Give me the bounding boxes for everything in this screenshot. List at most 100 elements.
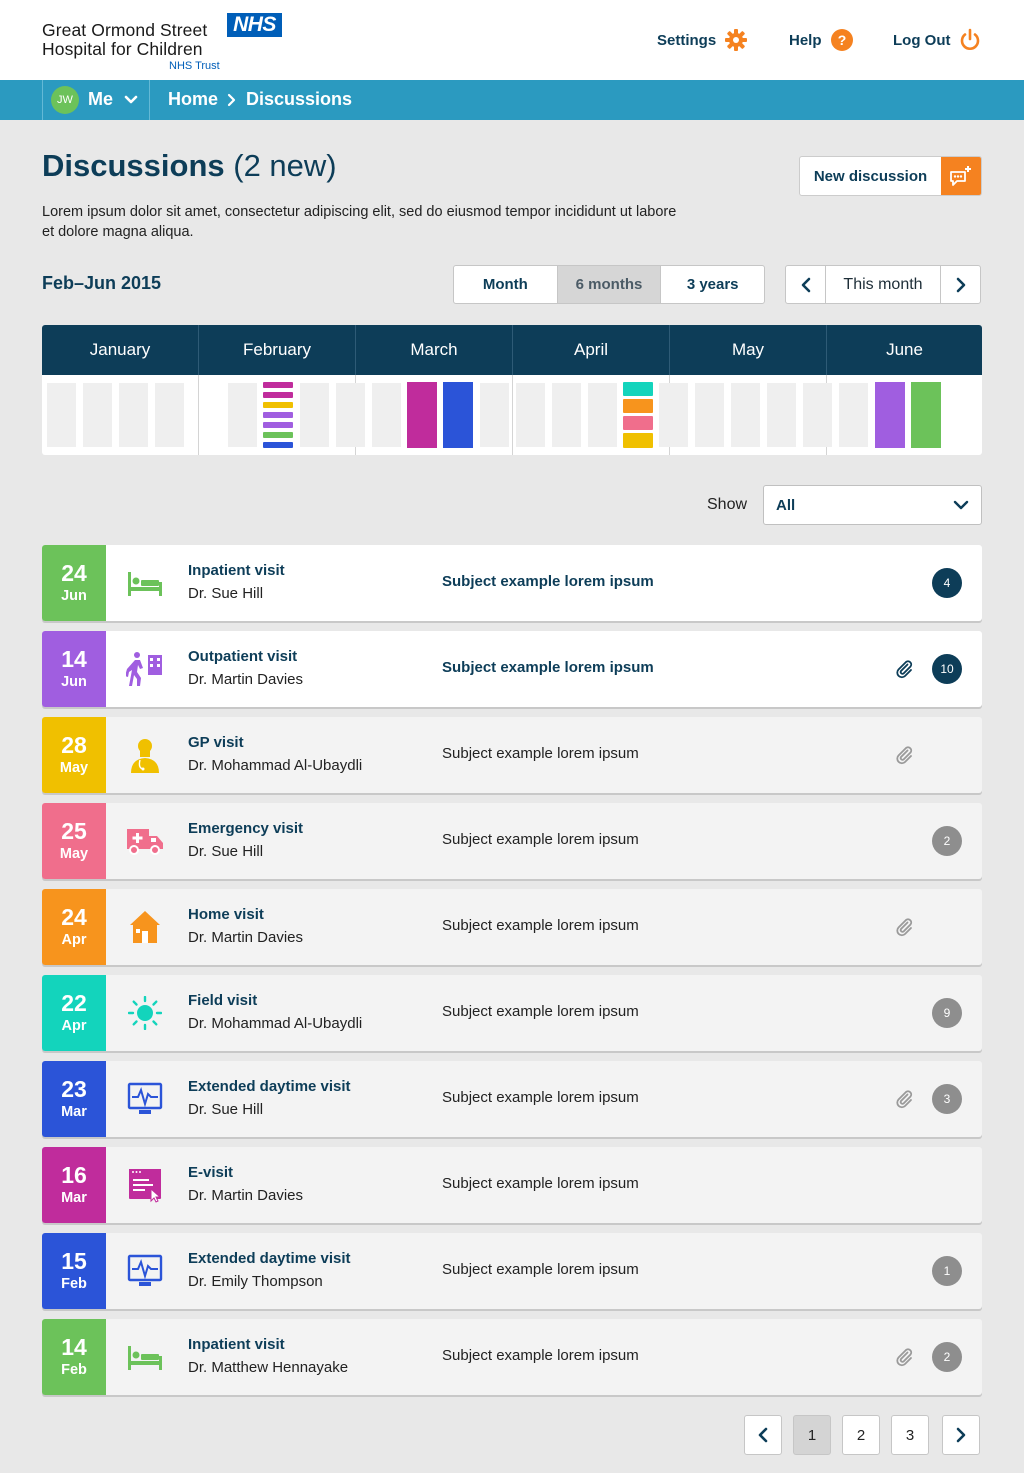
timeline-month-april: April <box>573 340 608 359</box>
timeline-marker[interactable] <box>443 382 473 448</box>
logo-line-1: Great Ormond Street <box>42 20 208 40</box>
timeline-month-may: May <box>731 340 765 359</box>
timeline-marker[interactable] <box>407 382 437 448</box>
discussion-doctor: Dr. Martin Davies <box>188 1187 304 1204</box>
timeline-marker[interactable] <box>263 412 293 418</box>
timeline-slot <box>767 383 796 447</box>
discussion-date: 14 Feb <box>42 1319 106 1395</box>
timeline-slot <box>516 383 545 447</box>
discussion-date: 28 May <box>42 717 106 793</box>
previous-period-button[interactable] <box>786 266 826 303</box>
discussion-subject: Subject example lorem ipsum <box>442 1175 639 1192</box>
discussion-row[interactable]: 28 May GP visit Dr. Mohammad Al-Ubaydli … <box>42 717 982 793</box>
settings-link[interactable]: Settings <box>657 26 748 54</box>
discussion-doctor: Dr. Matthew Hennayake <box>188 1359 349 1376</box>
discussion-row[interactable]: 14 Jun Outpatient visit Dr. Martin Davie… <box>42 631 982 707</box>
ambulance-icon <box>126 822 164 860</box>
discussion-row[interactable]: 16 Mar E-visit Dr. Martin Davies Subject… <box>42 1147 982 1223</box>
timeline-marker[interactable] <box>263 382 293 388</box>
discussion-date: 24 Apr <box>42 889 106 965</box>
message-count-badge: 9 <box>932 998 962 1028</box>
logout-label: Log Out <box>893 31 951 49</box>
timeline-marker[interactable] <box>623 433 653 448</box>
discussion-subject: Subject example lorem ipsum <box>442 831 639 848</box>
next-page-button[interactable] <box>942 1415 980 1455</box>
discussion-day: 22 <box>61 990 87 1016</box>
timeline-marker[interactable] <box>875 382 905 448</box>
discussion-doctor: Dr. Emily Thompson <box>188 1273 323 1290</box>
chevron-down-icon[interactable] <box>123 92 139 108</box>
timeline-month-february: February <box>242 340 312 359</box>
logout-link[interactable]: Log Out <box>893 26 982 54</box>
discussion-subject: Subject example lorem ipsum <box>442 745 639 762</box>
discussion-type: Outpatient visit <box>188 648 298 665</box>
page-3-button[interactable]: 3 <box>891 1415 929 1455</box>
discussion-subject: Subject example lorem ipsum <box>442 1347 639 1364</box>
month-navigator: This month <box>785 265 981 304</box>
discussion-row[interactable]: 23 Mar Extended daytime visit Dr. Sue Hi… <box>42 1061 982 1137</box>
timeline-marker[interactable] <box>911 382 941 448</box>
power-icon <box>958 28 982 52</box>
page-2-button[interactable]: 2 <box>842 1415 880 1455</box>
range-option-3-years[interactable]: 3 years <box>661 266 764 303</box>
discussion-month: Jun <box>61 674 87 690</box>
discussion-type: Extended daytime visit <box>188 1250 351 1267</box>
discussion-day: 28 <box>61 732 87 758</box>
discussion-row[interactable]: 25 May Emergency visit Dr. Sue Hill Subj… <box>42 803 982 879</box>
range-option-6-months[interactable]: 6 months <box>557 266 662 303</box>
discussion-row[interactable]: 22 Apr Field visit Dr. Mohammad Al-Ubayd… <box>42 975 982 1051</box>
chevron-right-icon <box>956 277 965 292</box>
timeline-month-march: March <box>410 340 458 359</box>
page-title: Discussions (2 new) <box>42 148 337 184</box>
discussion-day: 14 <box>61 646 87 672</box>
timeline-slot <box>228 383 257 447</box>
new-discussion-button[interactable]: New discussion <box>799 156 982 196</box>
discussion-doctor: Dr. Sue Hill <box>188 843 264 860</box>
previous-page-button[interactable] <box>744 1415 782 1455</box>
timeline-marker[interactable] <box>623 382 653 396</box>
timeline-marker[interactable] <box>623 416 653 430</box>
discussion-row[interactable]: 24 Jun Inpatient visit Dr. Sue Hill Subj… <box>42 545 982 621</box>
breadcrumb-home[interactable]: Home <box>168 89 218 110</box>
timeline-slot <box>119 383 148 447</box>
page-title-text: Discussions <box>42 148 225 183</box>
chevron-left-icon <box>801 277 810 292</box>
page-1-button[interactable]: 1 <box>793 1415 831 1455</box>
timeline-marker[interactable] <box>263 402 293 408</box>
discussion-row[interactable]: 24 Apr Home visit Dr. Martin Davies Subj… <box>42 889 982 965</box>
this-month-button[interactable]: This month <box>826 266 940 303</box>
discussion-day: 24 <box>61 560 87 586</box>
message-count-badge: 3 <box>932 1084 962 1114</box>
svg-text:?: ? <box>837 32 846 48</box>
timeline-slot <box>336 383 365 447</box>
timeline-marker[interactable] <box>263 442 293 448</box>
discussion-row[interactable]: 15 Feb Extended daytime visit Dr. Emily … <box>42 1233 982 1309</box>
hospital-logo[interactable]: Great Ormond Street Hospital for Childre… <box>42 13 282 73</box>
message-count-badge: 4 <box>932 568 962 598</box>
range-option-month[interactable]: Month <box>454 266 558 303</box>
nav-divider <box>42 80 43 120</box>
discussion-date: 23 Mar <box>42 1061 106 1137</box>
timeline-marker[interactable] <box>623 399 653 413</box>
gear-icon <box>724 28 748 52</box>
timeline-slot <box>695 383 724 447</box>
timeline-marker[interactable] <box>263 422 293 428</box>
timeline-month-january: January <box>89 340 151 359</box>
discussion-subject: Subject example lorem ipsum <box>442 1003 639 1020</box>
paperclip-icon <box>894 745 914 765</box>
help-label: Help <box>789 31 822 49</box>
discussion-type: Inpatient visit <box>188 562 285 579</box>
timeline-marker[interactable] <box>263 392 293 398</box>
timeline-marker[interactable] <box>263 432 293 438</box>
app-header: Great Ormond Street Hospital for Childre… <box>0 0 1024 80</box>
nav-bar <box>0 80 1024 120</box>
discussion-day: 16 <box>61 1162 87 1188</box>
show-filter-select[interactable]: All <box>763 485 982 525</box>
next-period-button[interactable] <box>940 266 980 303</box>
discussion-row[interactable]: 14 Feb Inpatient visit Dr. Matthew Henna… <box>42 1319 982 1395</box>
discussion-month: Apr <box>61 932 87 948</box>
help-link[interactable]: Help ? <box>789 26 854 54</box>
user-menu-label[interactable]: Me <box>88 89 113 110</box>
new-discussion-label: New discussion <box>813 167 928 185</box>
avatar[interactable]: JW <box>51 86 79 114</box>
